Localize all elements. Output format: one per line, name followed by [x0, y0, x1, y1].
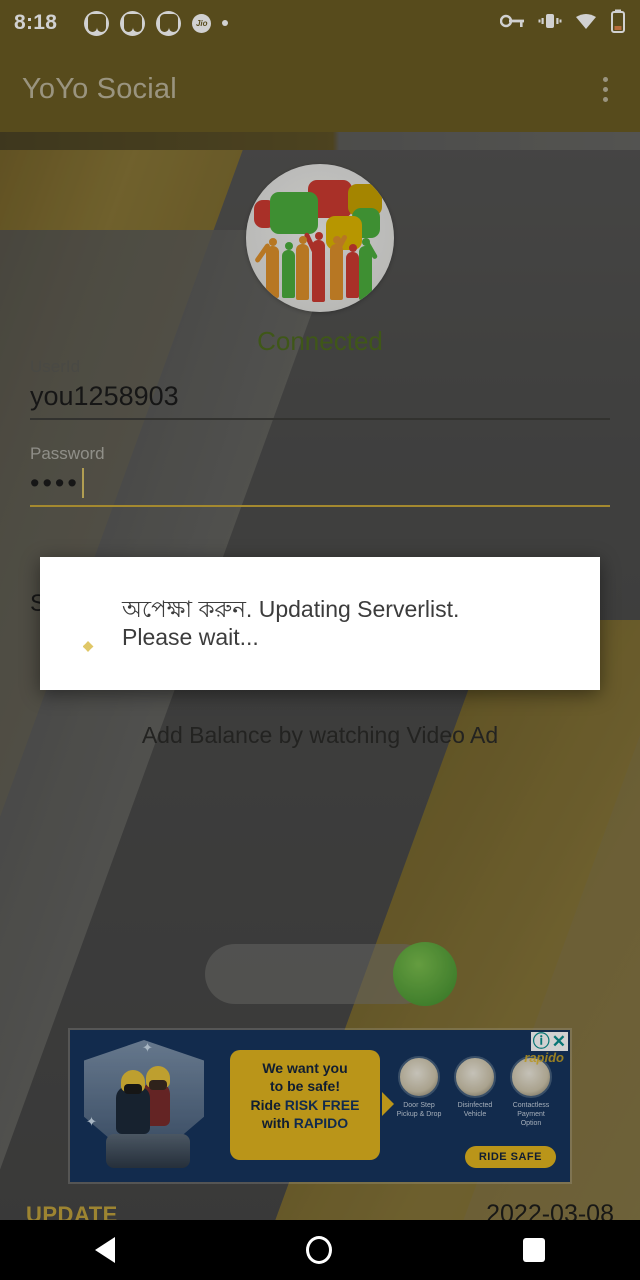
loading-spinner-icon [66, 557, 110, 690]
system-navigation-bar [0, 1220, 640, 1280]
phone-screen: 8:18 Jio YoYo Social Connected UserId yo… [0, 0, 640, 1280]
back-button[interactable] [95, 1237, 116, 1263]
recents-button[interactable] [522, 1238, 545, 1262]
dialog-message-line2: Please wait... [122, 623, 259, 650]
dialog-message: অপেক্ষা করুন. Updating Serverlist. Pleas… [110, 596, 459, 650]
dialog-message-line1: অপেক্ষা করুন. Updating Serverlist. [122, 596, 460, 623]
progress-dialog: অপেক্ষা করুন. Updating Serverlist. Pleas… [40, 557, 600, 690]
home-button[interactable] [305, 1236, 332, 1264]
